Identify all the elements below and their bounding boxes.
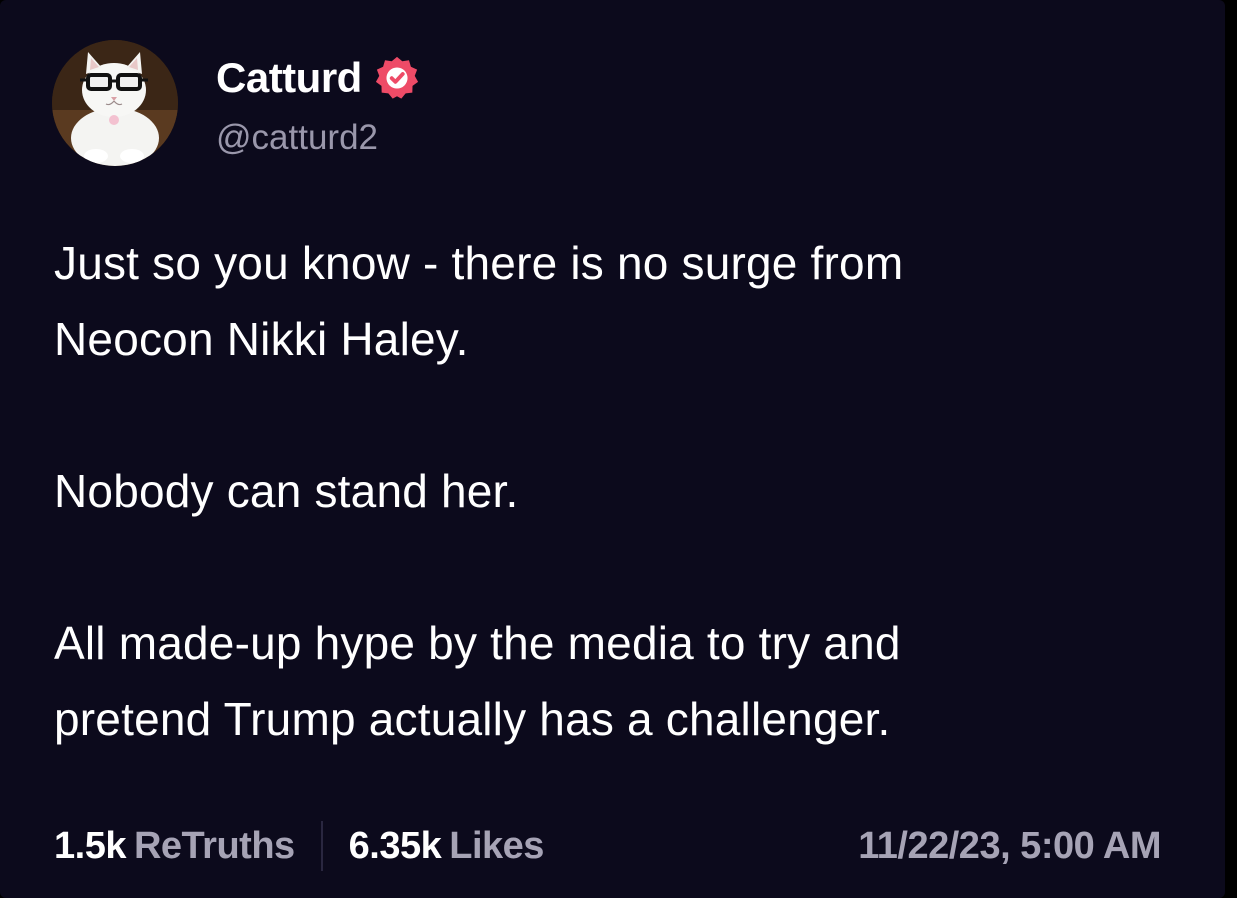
likes-count: 6.35k [348,824,442,867]
display-name[interactable]: Catturd [216,54,362,102]
post-paragraph: Just so you know - there is no surge fro… [54,237,904,365]
post-paragraph: All made-up hype by the media to try and… [54,617,901,745]
post-card: Catturd @catturd2 Just so you know - the… [0,0,1225,898]
post-paragraph: Nobody can stand her. [54,465,519,517]
author-handle[interactable]: @catturd2 [216,118,378,158]
retruths-count: 1.5k [54,824,126,867]
retruths-stat[interactable]: 1.5k ReTruths [54,825,295,868]
post-timestamp[interactable]: 11/22/23, 5:00 AM [858,820,1161,872]
post-stats: 1.5k ReTruths 6.35k Likes [54,820,544,872]
post-body: Just so you know - there is no surge fro… [54,225,1174,757]
avatar[interactable] [52,40,178,166]
author-name-row: Catturd [216,52,420,104]
likes-label: Likes [449,824,544,867]
verified-badge-icon [375,56,418,99]
cat-avatar-image [52,40,178,166]
retruths-label: ReTruths [133,824,295,867]
stats-divider [320,821,323,871]
likes-stat[interactable]: 6.35k Likes [348,824,545,868]
